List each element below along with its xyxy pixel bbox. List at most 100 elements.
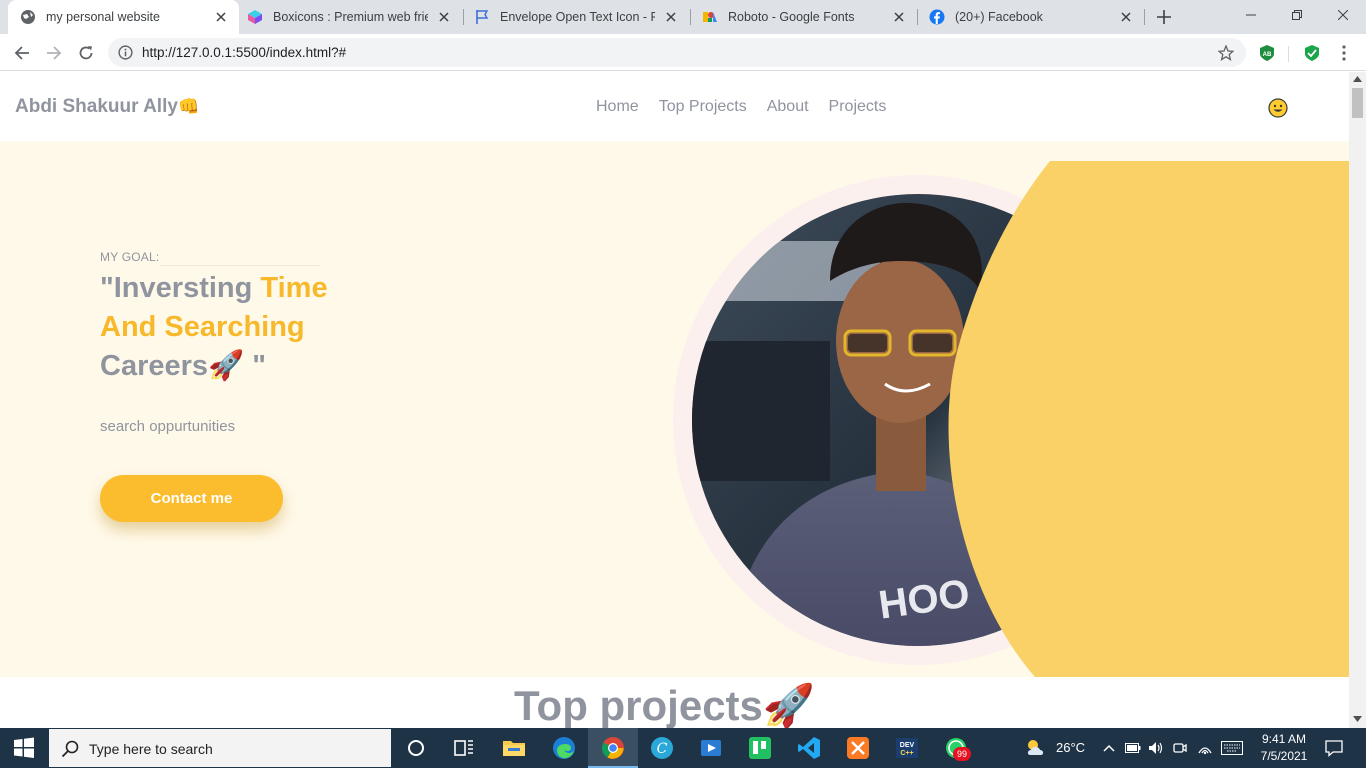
meet-now-icon[interactable] [1173,741,1187,755]
svg-text:DEV: DEV [900,742,915,749]
svg-text:C++: C++ [900,750,913,757]
taskbar-search-box[interactable]: Type here to search [48,728,392,768]
logo-text: Abdi Shakuur Ally [15,96,178,117]
close-icon[interactable] [213,9,229,25]
nav-link-about[interactable]: About [767,98,809,116]
browser-menu-button[interactable] [1334,43,1354,63]
file-explorer-button[interactable] [502,736,526,760]
video-icon [701,740,721,756]
arrow-right-icon [47,46,62,60]
web-page: Abdi Shakuur Ally👊 Home Top Projects Abo… [0,72,1349,728]
media-player-button[interactable] [699,736,723,760]
facebook-icon [929,9,945,25]
site-logo[interactable]: Abdi Shakuur Ally👊 [15,96,199,118]
dev-cpp-icon: DEVC++ [896,738,918,758]
cortana-button[interactable] [404,736,428,760]
scrollbar-thumb[interactable] [1352,88,1363,118]
browser-toolbar: http://127.0.0.1:5500/index.html?# AB [0,34,1366,71]
battery-icon[interactable] [1125,742,1141,754]
tab-google-fonts[interactable]: Roboto - Google Fonts [690,0,917,34]
clock-date: 7/5/2021 [1260,749,1308,763]
tab-label: (20+) Facebook [955,10,1043,24]
close-icon[interactable] [1118,9,1134,25]
vscode-button[interactable] [797,736,821,760]
bookmark-star-icon [1218,45,1234,61]
canva-button[interactable]: C [650,736,674,760]
more-vert-icon [1342,45,1346,61]
vscode-icon [798,737,820,759]
close-icon[interactable] [436,9,452,25]
svg-text:AB: AB [1263,52,1272,58]
close-icon[interactable] [663,9,679,25]
system-clock[interactable]: 9:41 AM 7/5/2021 [1254,731,1314,765]
back-button[interactable] [8,39,36,67]
tab-boxicons[interactable]: Boxicons : Premium web friendly [235,0,462,34]
reload-button[interactable] [72,39,100,67]
hero-illustration: HOO [673,161,1349,677]
xampp-button[interactable] [846,736,870,760]
info-icon [118,45,133,60]
devc-button[interactable]: DEV C++ [895,736,919,760]
tab-label: Envelope Open Text Icon - Regular [500,10,655,24]
trello-button[interactable] [748,736,772,760]
xampp-icon [847,737,869,759]
tab-envelope-icon[interactable]: Envelope Open Text Icon - Regular [462,0,689,34]
windows-icon [14,737,34,758]
task-view-icon [454,740,473,756]
browser-tab-strip: my personal website Boxicons : Premium w… [0,0,1366,34]
toolbar-divider [1288,46,1289,62]
reload-icon [79,46,93,60]
restore-icon [1292,10,1302,20]
main-nav: Home Top Projects About Projects [596,98,886,116]
close-icon[interactable] [891,9,907,25]
hero-section: MY GOAL: "Inversting Time And Searching C… [0,141,1349,677]
chrome-icon [602,737,624,759]
search-icon [61,740,79,758]
restore-button[interactable] [1274,0,1320,30]
nav-link-home[interactable]: Home [596,98,639,116]
wifi-icon[interactable] [1197,741,1213,755]
plus-icon [1157,10,1171,24]
new-tab-button[interactable] [1152,5,1176,29]
tab-my-personal-website[interactable]: my personal website [8,0,239,34]
site-header: Abdi Shakuur Ally👊 Home Top Projects Abo… [0,72,1349,141]
task-view-button[interactable] [452,736,476,760]
window-close-button[interactable] [1320,0,1366,30]
top-projects-heading: Top projects🚀 [514,682,815,728]
page-scrollbar[interactable] [1349,72,1366,728]
nav-link-top-projects[interactable]: Top Projects [659,98,747,116]
chrome-taskbar-button[interactable] [588,728,638,768]
board-icon [749,737,771,759]
notifications-icon[interactable] [1325,739,1343,757]
edge-button[interactable] [552,736,576,760]
windows-start-button[interactable] [12,736,36,760]
volume-icon[interactable] [1148,741,1164,755]
address-bar[interactable]: http://127.0.0.1:5500/index.html?# [108,38,1246,67]
fist-emoji: 👊 [177,97,200,116]
chevron-up-icon[interactable] [1103,744,1115,752]
scroll-down-icon [1353,716,1362,722]
canva-icon: C [651,737,673,759]
url-text: http://127.0.0.1:5500/index.html?# [142,45,347,60]
forward-button[interactable] [40,39,68,67]
adblock-extension-icon[interactable]: AB [1257,43,1277,63]
minimize-icon [1246,14,1256,16]
minimize-button[interactable] [1228,0,1274,30]
google-fonts-icon [702,9,718,25]
search-placeholder: Type here to search [89,741,213,757]
boxicons-icon [247,9,263,25]
shield-extension-icon[interactable] [1302,43,1322,63]
tab-label: Boxicons : Premium web friendly [273,10,428,24]
clock-time: 9:41 AM [1261,732,1307,746]
whatsapp-badge: 99 [953,747,971,761]
windows-taskbar: Type here to search C DEV C++ 99 26°C 9:… [0,728,1366,768]
keyboard-icon[interactable] [1221,741,1243,755]
smiley-icon[interactable] [1268,98,1288,118]
tab-label: Roboto - Google Fonts [728,10,855,24]
nav-link-projects[interactable]: Projects [829,98,887,116]
svg-text:C: C [657,741,668,757]
flag-icon [474,9,490,25]
close-icon [1338,10,1348,20]
weather-icon[interactable] [1024,736,1048,760]
tab-facebook[interactable]: (20+) Facebook [917,0,1144,34]
